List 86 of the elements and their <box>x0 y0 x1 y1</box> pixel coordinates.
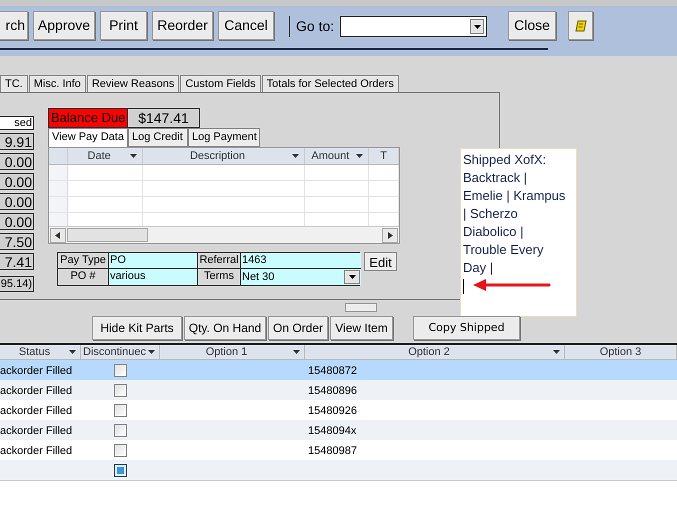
toolbar-button[interactable]: Cancel <box>218 11 274 40</box>
tab[interactable]: View Pay Data <box>48 128 128 147</box>
dropdown-arrow-icon <box>474 24 481 28</box>
checkbox[interactable] <box>114 424 127 436</box>
toolbar-button[interactable]: Reorder <box>152 11 213 40</box>
column-header[interactable]: T <box>369 148 399 164</box>
field-label: Pay Type <box>58 253 109 269</box>
pay-type-field[interactable]: PO <box>109 253 198 269</box>
text-cursor <box>463 279 464 294</box>
total-value: 0.00 <box>0 193 34 210</box>
toolbar-button[interactable]: Print <box>100 11 147 40</box>
action-button[interactable]: Hide Kit Parts <box>92 316 182 340</box>
tab[interactable]: TC. <box>0 75 28 92</box>
column-header[interactable]: Option 2 <box>305 345 565 359</box>
action-button[interactable]: On Order <box>268 316 328 340</box>
close-button[interactable]: Close <box>508 11 556 40</box>
note-text: Shipped XofX: Backtrack | Emelie | Krampus | Scherzo Diabolico | Trouble Every Day | <box>463 151 566 277</box>
sort-arrow-icon <box>292 154 299 158</box>
sort-arrow-icon <box>356 154 364 158</box>
tab[interactable]: Misc. Info <box>28 75 86 92</box>
total-value: 7.50 <box>0 233 34 250</box>
table-cell: 15480926 <box>308 404 357 417</box>
field-label: Referral <box>198 253 241 269</box>
table-cell: ackorder Filled <box>0 424 72 437</box>
total-value: 7.41 <box>0 253 34 270</box>
sort-arrow-icon <box>293 350 300 354</box>
column-header[interactable]: Date <box>68 148 144 164</box>
checkbox[interactable] <box>114 404 127 416</box>
table-cell: 15480896 <box>308 384 357 397</box>
toolbar-button[interactable]: Approve <box>33 11 95 40</box>
sort-arrow-icon <box>69 350 76 354</box>
goto-label: Go to: <box>290 16 340 37</box>
checkbox[interactable] <box>114 464 127 476</box>
edit-button[interactable]: Edit <box>364 252 397 271</box>
scroll-left-icon[interactable] <box>50 228 66 242</box>
table-cell: ackorder Filled <box>0 404 72 417</box>
table-row[interactable]: ackorder Filled 15480872 <box>0 360 677 380</box>
table-cell: 1548094x <box>308 424 356 437</box>
sort-arrow-icon <box>148 350 155 354</box>
sort-arrow-icon <box>553 350 560 354</box>
total-value: 95.14) <box>0 276 34 292</box>
column-header[interactable]: Option 3 <box>565 345 677 359</box>
terms-dropdown[interactable]: Net 30 <box>241 269 361 285</box>
totals-header: sed <box>0 116 34 130</box>
column-header[interactable]: Amount <box>304 148 370 164</box>
notes-button[interactable] <box>568 11 593 40</box>
tab[interactable]: Log Credit <box>128 128 188 147</box>
checkbox[interactable] <box>114 444 127 456</box>
total-value: 0.00 <box>0 213 34 230</box>
table-cell: 15480987 <box>308 444 357 457</box>
tab[interactable]: Totals for Selected Orders <box>262 75 399 92</box>
total-value: 9.91 <box>0 133 34 150</box>
column-header[interactable]: Option 1 <box>160 345 305 359</box>
table-cell: ackorder Filled <box>0 384 72 397</box>
tab[interactable]: Custom Fields <box>180 75 261 92</box>
checkbox[interactable] <box>114 364 127 376</box>
checkbox[interactable] <box>114 384 127 396</box>
column-header[interactable]: Discontinuec <box>81 345 160 359</box>
table-cell: 15480872 <box>308 364 357 377</box>
dropdown-arrow-icon <box>348 275 356 279</box>
tab[interactable]: Log Payment <box>188 128 260 147</box>
column-header[interactable]: Status <box>0 345 81 359</box>
toolbar-button[interactable]: rch <box>0 11 28 40</box>
note-box[interactable]: Shipped XofX: Backtrack | Emelie | Krampus | Scherzo Diabolico | Trouble Every Day | <box>460 148 577 317</box>
scroll-right-icon[interactable] <box>382 228 398 242</box>
total-value: 0.00 <box>0 173 34 190</box>
table-row[interactable]: ackorder Filled 15480896 <box>0 380 677 400</box>
goto-dropdown[interactable] <box>340 17 486 36</box>
tab[interactable]: Review Reasons <box>86 75 180 92</box>
table-cell: ackorder Filled <box>0 364 72 377</box>
po-field[interactable]: various <box>109 269 198 285</box>
balance-due-label: Balance Due <box>48 108 128 128</box>
action-button[interactable]: View Item <box>330 316 393 340</box>
scroll-icon <box>574 20 586 32</box>
arrow-icon <box>473 279 551 291</box>
referral-field[interactable]: 1463 <box>241 253 361 269</box>
total-value: 0.00 <box>0 153 34 170</box>
column-header[interactable]: Description <box>143 148 305 164</box>
sort-arrow-icon <box>130 154 138 158</box>
balance-due-value: $147.41 <box>128 108 200 128</box>
scrollbar-thumb[interactable] <box>67 228 148 242</box>
table-row[interactable]: ackorder Filled 1548094x <box>0 420 677 440</box>
copy-shipped-button[interactable]: Copy Shipped <box>413 316 520 340</box>
action-button[interactable]: Qty. On Hand <box>184 316 266 340</box>
splitter-handle[interactable] <box>345 303 377 312</box>
table-cell: ackorder Filled <box>0 444 72 457</box>
